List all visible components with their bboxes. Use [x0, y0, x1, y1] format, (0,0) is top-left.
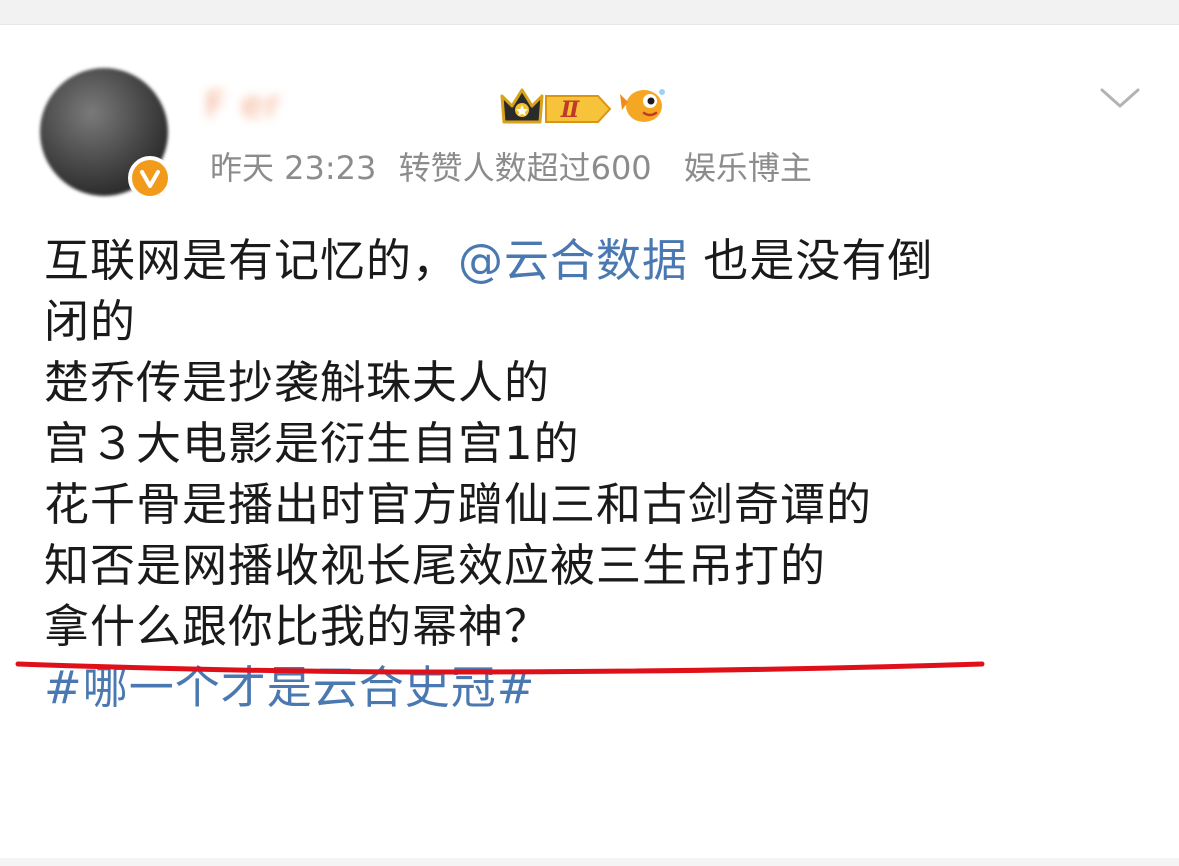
- crown-badge-icon[interactable]: Ⅱ: [498, 82, 614, 130]
- top-bar: [0, 0, 1179, 25]
- chevron-down-icon[interactable]: [1098, 86, 1142, 110]
- content-line-1-suffix: 也是没有倒: [688, 234, 934, 287]
- bottom-divider: [0, 858, 1179, 866]
- content-line-4: 宫３大电影是衍生自宫1的: [44, 417, 580, 470]
- badge-level: Ⅱ: [560, 97, 581, 123]
- username[interactable]: F er: [205, 84, 282, 128]
- post-content: 互联网是有记忆的，@云合数据 也是没有倒 闭的 楚乔传是抄袭斛珠夫人的 宫３大电…: [44, 230, 1144, 718]
- post-time: 昨天 23:23: [210, 149, 377, 187]
- content-line-1: 互联网是有记忆的，@云合数据 也是没有倒: [44, 230, 1144, 291]
- red-underline-annotation: [15, 661, 985, 675]
- content-line-3: 楚乔传是抄袭斛珠夫人的: [44, 356, 551, 409]
- user-category: 娱乐博主: [683, 149, 812, 187]
- content-line-5: 花千骨是播出时官方蹭仙三和古剑奇谭的: [44, 478, 873, 531]
- fish-badge-icon[interactable]: [618, 84, 668, 128]
- post-meta: 昨天 23:23 转赞人数超过600 娱乐博主: [210, 146, 824, 190]
- content-line-1-prefix: 互联网是有记忆的，: [44, 234, 459, 287]
- content-line-6: 知否是网播收视长尾效应被三生吊打的: [44, 539, 827, 592]
- verified-icon: [128, 156, 172, 200]
- content-line-2: 闭的: [44, 295, 137, 348]
- repost-note: 转赞人数超过600: [398, 149, 652, 187]
- mention-link[interactable]: @云合数据: [458, 234, 688, 287]
